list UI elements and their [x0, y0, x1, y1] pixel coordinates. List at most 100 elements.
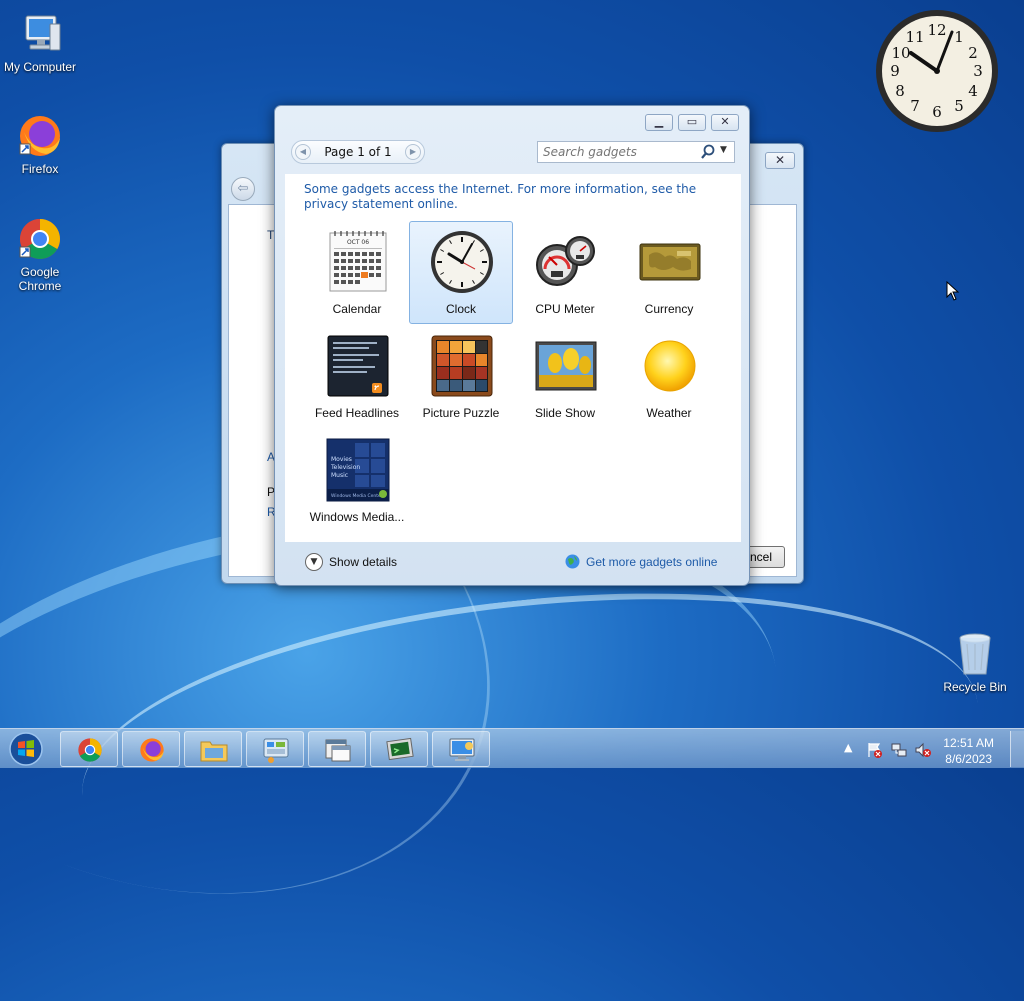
picture-puzzle-icon	[429, 333, 495, 399]
svg-text:5: 5	[954, 97, 964, 115]
desktop-icon-firefox[interactable]: Firefox	[0, 112, 80, 176]
search-input[interactable]	[538, 142, 698, 162]
chrome-icon	[16, 215, 64, 263]
network-icon[interactable]	[890, 741, 908, 759]
chrome-icon	[78, 738, 102, 762]
close-button[interactable]: ✕	[711, 114, 739, 131]
taskbar-control-panel-button[interactable]	[246, 731, 304, 767]
weather-sun-icon	[637, 333, 703, 399]
folder-icon	[200, 741, 228, 762]
gadget-name: Weather	[646, 406, 692, 420]
next-page-button[interactable]: ▶	[405, 144, 421, 160]
computer-icon	[16, 10, 64, 58]
currency-icon	[637, 229, 703, 295]
gadget-tile-currency[interactable]: Currency	[617, 221, 721, 324]
chevron-down-icon[interactable]: ▼	[720, 145, 727, 155]
page-navigator: ◀ Page 1 of 1 ▶	[291, 140, 425, 164]
mouse-pointer-icon	[946, 280, 960, 301]
cpu-meter-icon	[533, 229, 599, 295]
gadget-tile-feed-headlines[interactable]: Feed Headlines	[305, 325, 409, 428]
volume-muted-icon[interactable]	[914, 741, 932, 759]
windows-logo-icon	[9, 732, 43, 766]
recycle-bin-icon	[951, 630, 999, 678]
gadget-tile-weather[interactable]: Weather	[617, 325, 721, 428]
desktop-icon-label: Firefox	[21, 162, 59, 176]
gadget-tile-slide-show[interactable]: Slide Show	[513, 325, 617, 428]
gadget-tile-calendar[interactable]: OCT 06 Calendar	[305, 221, 409, 324]
desktop-icon-google-chrome[interactable]: Google Chrome	[0, 215, 80, 293]
svg-text:6: 6	[932, 103, 942, 121]
system-tray: ▲ 12:51 AM 8/6/2023	[842, 731, 1024, 767]
media-menu-item: Television	[330, 464, 360, 471]
media-menu-item: Music	[331, 472, 348, 479]
calendar-icon: OCT 06	[325, 229, 391, 295]
taskbar-clock[interactable]: 12:51 AM 8/6/2023	[943, 735, 994, 767]
gadget-list: Some gadgets access the Internet. For mo…	[285, 174, 741, 542]
svg-text:11: 11	[905, 28, 924, 46]
get-more-gadgets-label: Get more gadgets online	[586, 555, 718, 569]
gadget-name: Currency	[644, 302, 694, 316]
taskbar: ▲ 12:51 AM 8/6/2023	[0, 728, 1024, 768]
page-label: Page 1 of 1	[324, 145, 392, 159]
gadget-name: Calendar	[332, 302, 382, 316]
gadget-name: Clock	[445, 302, 476, 316]
start-button[interactable]	[6, 731, 46, 767]
show-details-label: Show details	[329, 555, 398, 569]
clock-time: 12:51 AM	[943, 736, 994, 750]
taskbar-firefox-button[interactable]	[122, 731, 180, 767]
svg-text:9: 9	[890, 62, 900, 80]
gadget-name: Picture Puzzle	[422, 406, 500, 420]
svg-text:3: 3	[973, 62, 983, 80]
firefox-icon	[16, 112, 64, 160]
gadget-tile-cpu-meter[interactable]: CPU Meter	[513, 221, 617, 324]
media-center-label: Windows Media Center	[331, 493, 383, 499]
taskbar-remote-desktop-button[interactable]	[432, 731, 490, 767]
svg-text:4: 4	[968, 82, 978, 100]
desktop-icon-label: Recycle Bin	[943, 680, 1007, 694]
gadget-name: Slide Show	[534, 406, 596, 420]
previous-page-button[interactable]: ◀	[295, 144, 311, 160]
taskbar-chrome-button[interactable]	[60, 731, 118, 767]
back-arrow-icon[interactable]: ⇦	[231, 177, 255, 201]
privacy-notice[interactable]: Some gadgets access the Internet. For mo…	[304, 182, 724, 212]
desktop-icon-label: Google Chrome	[18, 265, 62, 293]
desktop-icon-label: My Computer	[3, 60, 77, 74]
restore-button[interactable]: ▭	[678, 114, 706, 131]
gadget-name: Windows Media...	[309, 510, 405, 524]
feed-headlines-icon	[325, 333, 391, 399]
action-center-flag-icon[interactable]	[866, 741, 884, 759]
gadget-tile-windows-media[interactable]: Movies Television Music Windows Media Ce…	[305, 429, 409, 532]
remote-desktop-icon	[449, 738, 475, 761]
gadget-tile-clock[interactable]: Clock	[409, 221, 513, 324]
close-icon[interactable]: ✕	[765, 152, 795, 169]
svg-text:2: 2	[968, 44, 978, 62]
gadget-tile-picture-puzzle[interactable]: Picture Puzzle	[409, 325, 513, 428]
desktop-clock-gadget[interactable]: 12 1 2 3 4 5 6 7 8 9 10 11	[874, 8, 1000, 134]
search-box[interactable]: ▼	[537, 141, 735, 163]
firefox-icon	[140, 738, 164, 762]
svg-text:8: 8	[895, 82, 905, 100]
desktop-icon-my-computer[interactable]: My Computer	[0, 10, 80, 74]
windows-media-center-icon: Movies Television Music Windows Media Ce…	[325, 437, 391, 503]
desktop-icon-recycle-bin[interactable]: Recycle Bin	[935, 630, 1015, 694]
clock-date: 8/6/2023	[945, 752, 992, 766]
show-hidden-icons-chevron-icon[interactable]: ▲	[844, 741, 852, 754]
clock-icon	[429, 229, 495, 295]
calendar-month: OCT 06	[347, 239, 369, 246]
globe-icon	[565, 554, 580, 569]
gadget-name: CPU Meter	[535, 302, 595, 316]
minimize-button[interactable]: ▁	[645, 114, 673, 131]
slide-show-icon	[533, 333, 599, 399]
chevron-down-icon: ▼	[305, 553, 323, 571]
window-icon	[325, 739, 351, 762]
taskbar-terminal-button[interactable]	[370, 731, 428, 767]
terminal-icon	[386, 737, 414, 761]
taskbar-file-explorer-button[interactable]	[184, 731, 242, 767]
show-desktop-button[interactable]	[1010, 731, 1024, 767]
gadget-gallery-window: ▁ ▭ ✕ ◀ Page 1 of 1 ▶ ▼ Some gadgets acc…	[274, 105, 750, 586]
svg-text:12: 12	[927, 21, 946, 39]
svg-text:7: 7	[910, 97, 920, 115]
search-icon[interactable]	[700, 144, 716, 160]
taskbar-window-button[interactable]	[308, 731, 366, 767]
svg-text:10: 10	[891, 44, 910, 62]
